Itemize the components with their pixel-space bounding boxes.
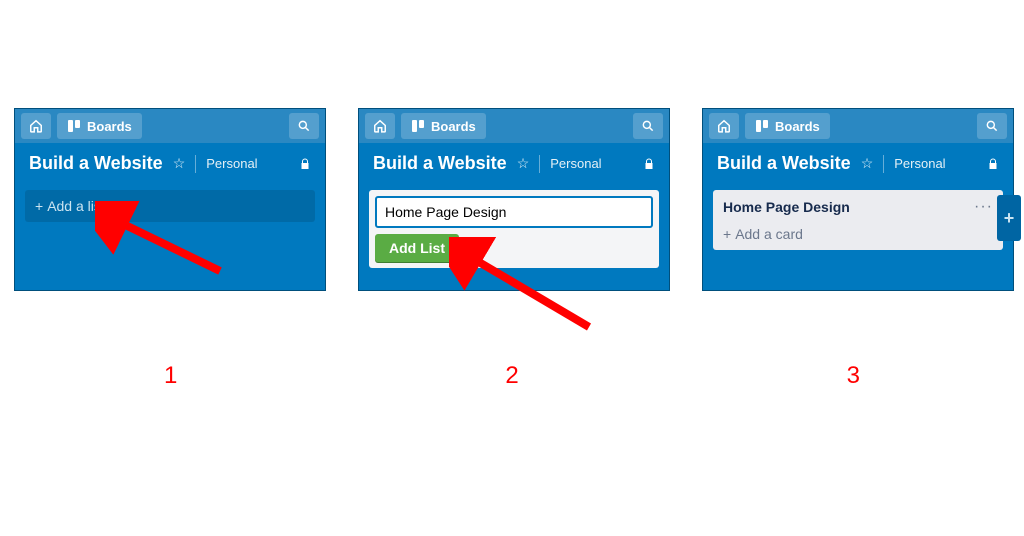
- add-card-button[interactable]: +Add a card: [721, 222, 995, 242]
- add-card-label: Add a card: [735, 226, 803, 242]
- topbar: Boards: [359, 109, 669, 143]
- home-icon: [29, 119, 43, 133]
- boards-button[interactable]: Boards: [401, 113, 486, 139]
- list-title[interactable]: Home Page Design: [723, 199, 850, 215]
- board-header: Build a Website ☆ Personal: [703, 143, 1013, 184]
- search-button[interactable]: [977, 113, 1007, 139]
- lock-icon[interactable]: [987, 158, 999, 170]
- star-icon[interactable]: ☆: [173, 155, 186, 172]
- divider: [883, 155, 884, 173]
- star-icon[interactable]: ☆: [517, 155, 530, 172]
- step-1-label: 1: [0, 362, 341, 390]
- add-list-label: Add a list: [47, 198, 105, 214]
- boards-label: Boards: [775, 119, 820, 134]
- home-button[interactable]: [21, 113, 51, 139]
- step-labels: 1 2 3: [0, 362, 1024, 390]
- divider: [195, 155, 196, 173]
- list: Home Page Design ··· +Add a card: [713, 190, 1003, 250]
- add-list-placeholder[interactable]: +Add a list: [25, 190, 315, 222]
- boards-label: Boards: [87, 119, 132, 134]
- add-another-list-button[interactable]: +: [997, 195, 1021, 241]
- trello-icon: [755, 119, 769, 133]
- visibility-label[interactable]: Personal: [550, 156, 601, 171]
- search-icon: [297, 119, 311, 133]
- boards-button[interactable]: Boards: [57, 113, 142, 139]
- plus-icon: +: [723, 226, 731, 242]
- board-header: Build a Website ☆ Personal: [15, 143, 325, 184]
- divider: [539, 155, 540, 173]
- topbar: Boards: [703, 109, 1013, 143]
- search-icon: [641, 119, 655, 133]
- list-menu-icon[interactable]: ···: [974, 198, 993, 216]
- search-button[interactable]: [633, 113, 663, 139]
- board-panel-1: Boards Build a Website ☆ Personal +Add a…: [14, 108, 326, 291]
- list-composer: Add List: [369, 190, 659, 268]
- lock-icon[interactable]: [299, 158, 311, 170]
- add-list-button[interactable]: Add List: [375, 234, 459, 262]
- home-icon: [373, 119, 387, 133]
- board-title[interactable]: Build a Website: [373, 153, 507, 174]
- visibility-label[interactable]: Personal: [894, 156, 945, 171]
- trello-icon: [411, 119, 425, 133]
- boards-button[interactable]: Boards: [745, 113, 830, 139]
- list-name-input[interactable]: [375, 196, 653, 228]
- list-header: Home Page Design ···: [721, 196, 995, 222]
- home-icon: [717, 119, 731, 133]
- board-panel-2: Boards Build a Website ☆ Personal Add Li…: [358, 108, 670, 291]
- board-content: Add List: [359, 184, 669, 290]
- visibility-label[interactable]: Personal: [206, 156, 257, 171]
- board-title[interactable]: Build a Website: [717, 153, 851, 174]
- plus-icon: +: [35, 198, 43, 214]
- board-content: +Add a list: [15, 184, 325, 274]
- lock-icon[interactable]: [643, 158, 655, 170]
- trello-icon: [67, 119, 81, 133]
- search-button[interactable]: [289, 113, 319, 139]
- home-button[interactable]: [709, 113, 739, 139]
- board-content: Home Page Design ··· +Add a card: [703, 184, 1013, 274]
- topbar: Boards: [15, 109, 325, 143]
- search-icon: [985, 119, 999, 133]
- board-header: Build a Website ☆ Personal: [359, 143, 669, 184]
- board-title[interactable]: Build a Website: [29, 153, 163, 174]
- home-button[interactable]: [365, 113, 395, 139]
- step-3-label: 3: [683, 362, 1024, 390]
- star-icon[interactable]: ☆: [861, 155, 874, 172]
- boards-label: Boards: [431, 119, 476, 134]
- board-panel-3: Boards Build a Website ☆ Personal Home P…: [702, 108, 1014, 291]
- step-2-label: 2: [341, 362, 682, 390]
